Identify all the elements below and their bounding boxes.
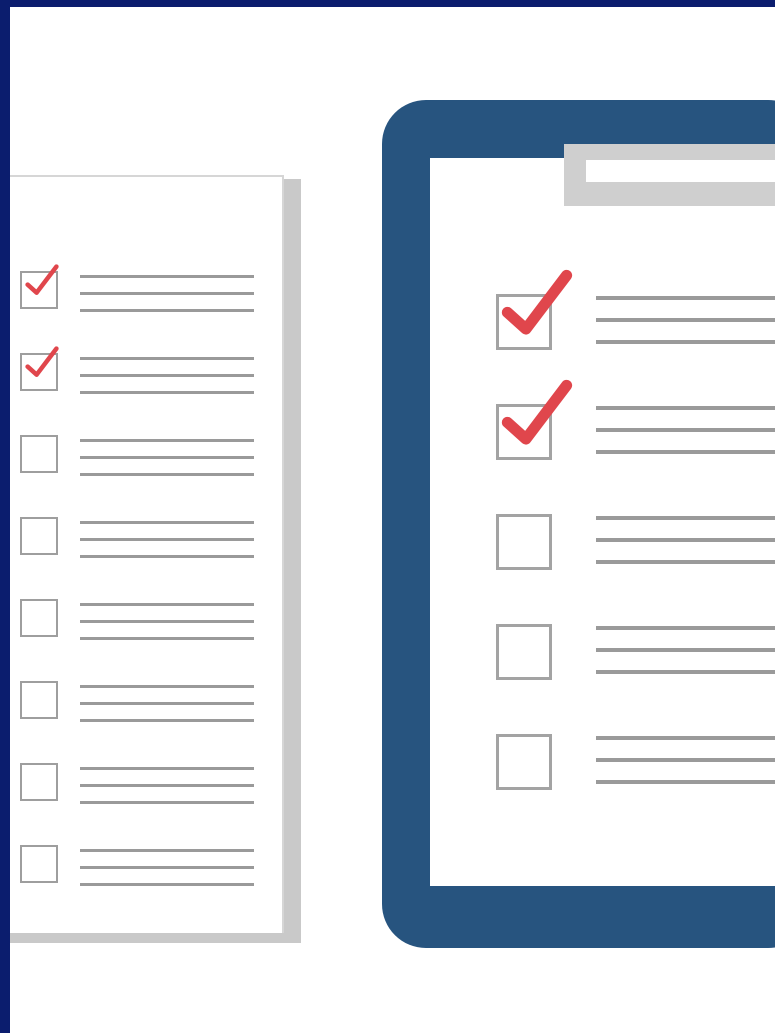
text-line (80, 357, 254, 360)
text-line (80, 521, 254, 524)
text-line (596, 450, 775, 454)
checkbox-empty-icon (496, 734, 552, 790)
text-line (596, 406, 775, 410)
text-line (596, 538, 775, 542)
text-line (80, 538, 254, 541)
illustration-canvas (10, 7, 775, 1033)
check-icon (501, 269, 573, 335)
text-line (596, 340, 775, 344)
checkbox-empty-icon (20, 763, 58, 801)
checklist-item (18, 843, 258, 887)
text-line (80, 866, 254, 869)
checklist-item (18, 761, 258, 805)
text-line (80, 603, 254, 606)
clipboard-clip-slot (586, 160, 775, 182)
item-text-lines (596, 626, 775, 692)
text-line (80, 292, 254, 295)
clipboard (382, 100, 775, 948)
checkbox-empty-icon (20, 681, 58, 719)
text-line (80, 719, 254, 722)
check-icon (25, 264, 59, 295)
clipboard-paper (430, 158, 775, 886)
clipboard-item (496, 624, 775, 684)
text-line (596, 626, 775, 630)
text-line (596, 560, 775, 564)
text-line (80, 801, 254, 804)
checklist-item (18, 264, 258, 313)
item-text-lines (596, 736, 775, 802)
text-line (80, 309, 254, 312)
item-text-lines (80, 357, 254, 408)
text-line (80, 685, 254, 688)
item-text-lines (80, 521, 254, 572)
checkbox-empty-icon (20, 517, 58, 555)
text-line (596, 516, 775, 520)
clipboard-item (496, 514, 775, 574)
text-line (80, 784, 254, 787)
checklist-item (18, 433, 258, 477)
checklist-item (18, 346, 258, 395)
text-line (80, 473, 254, 476)
text-line (80, 374, 254, 377)
item-text-lines (80, 275, 254, 326)
checkbox-empty-icon (20, 845, 58, 883)
item-text-lines (80, 685, 254, 736)
text-line (80, 620, 254, 623)
checkbox-empty-icon (20, 599, 58, 637)
text-line (80, 767, 254, 770)
checkbox-empty-icon (20, 435, 58, 473)
item-text-lines (596, 406, 775, 472)
text-line (80, 702, 254, 705)
text-line (80, 883, 254, 886)
text-line (596, 780, 775, 784)
clipboard-clip (564, 144, 775, 206)
text-line (596, 296, 775, 300)
item-text-lines (80, 603, 254, 654)
text-line (596, 648, 775, 652)
check-icon (501, 379, 573, 445)
item-text-lines (80, 767, 254, 818)
text-line (596, 318, 775, 322)
clipboard-item (496, 379, 775, 464)
text-line (596, 758, 775, 762)
item-text-lines (80, 849, 254, 900)
item-text-lines (80, 439, 254, 490)
text-line (80, 555, 254, 558)
paper-checklist (10, 175, 284, 933)
text-line (596, 428, 775, 432)
clipboard-item (496, 734, 775, 794)
item-text-lines (596, 296, 775, 362)
item-text-lines (596, 516, 775, 582)
text-line (80, 391, 254, 394)
text-line (80, 637, 254, 640)
text-line (596, 670, 775, 674)
check-icon (25, 346, 59, 377)
text-line (80, 849, 254, 852)
checklist-item (18, 515, 258, 559)
clipboard-item (496, 269, 775, 354)
checkbox-empty-icon (496, 624, 552, 680)
checklist-item (18, 679, 258, 723)
checkbox-empty-icon (496, 514, 552, 570)
text-line (80, 456, 254, 459)
checklist-item (18, 597, 258, 641)
text-line (80, 439, 254, 442)
text-line (596, 736, 775, 740)
text-line (80, 275, 254, 278)
